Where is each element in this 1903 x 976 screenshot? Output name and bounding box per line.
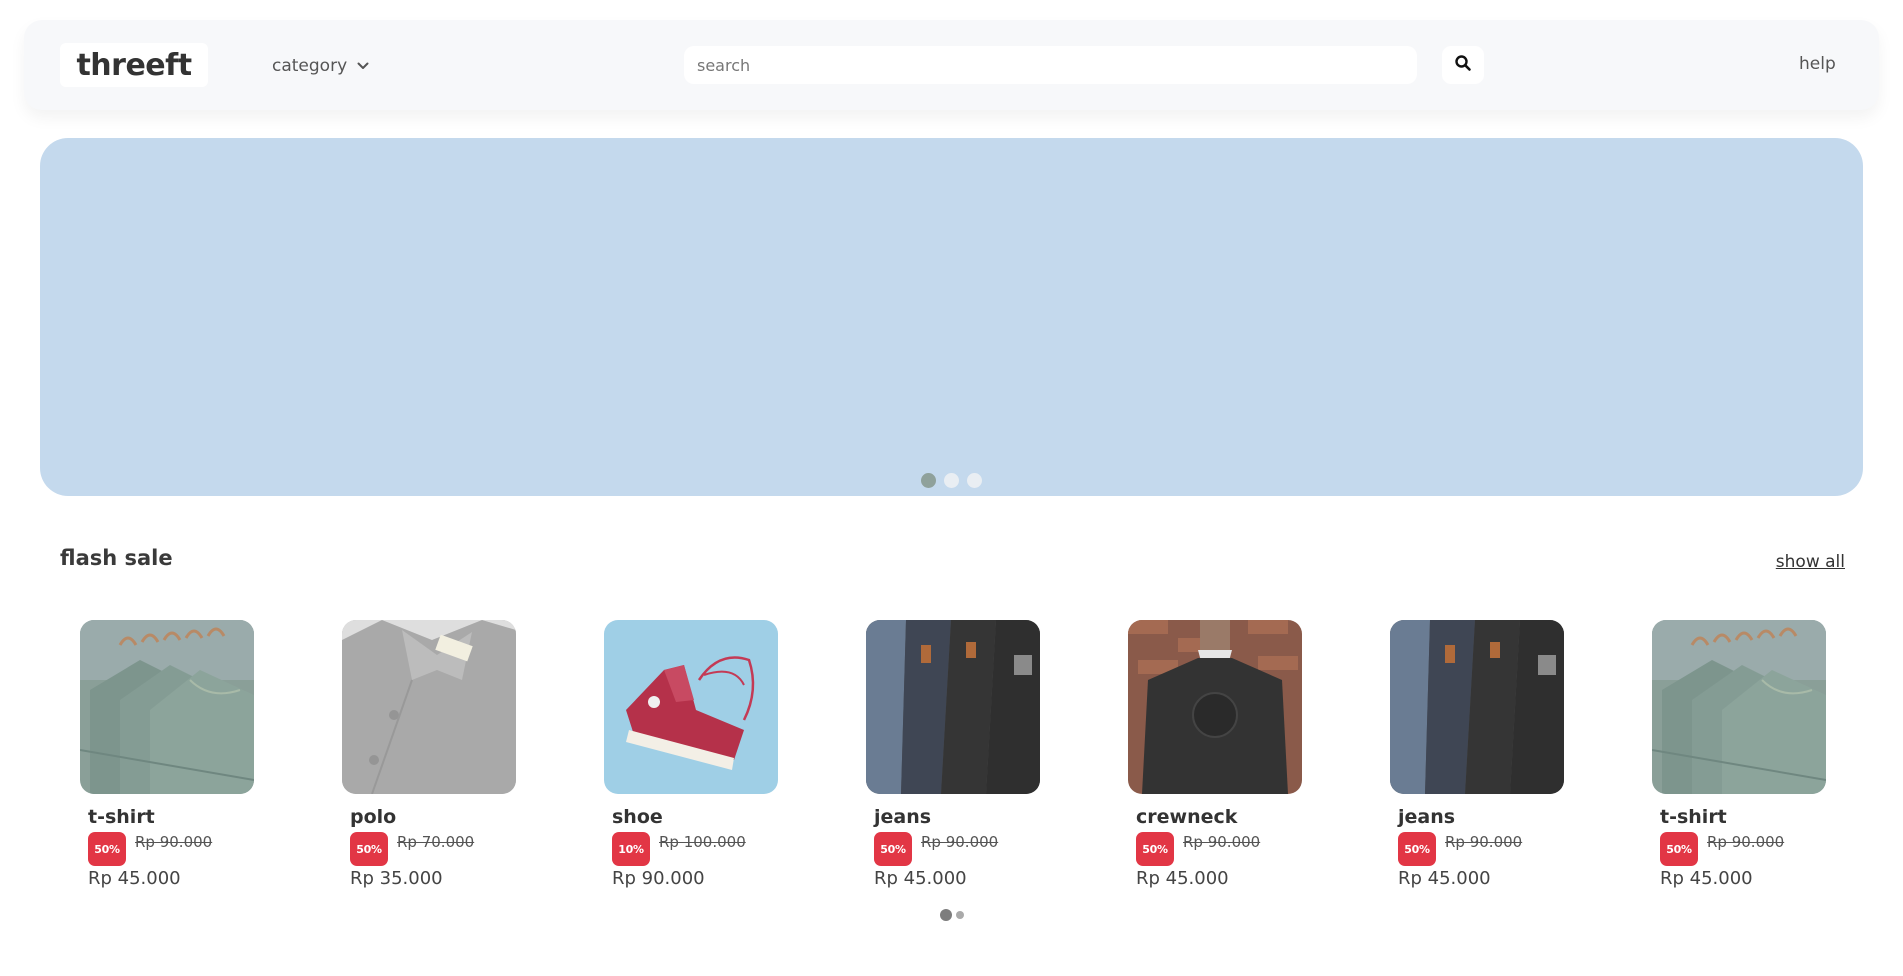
product-name: t-shirt — [88, 806, 155, 828]
top-navbar: threeft category help — [24, 20, 1879, 110]
product-image-polo — [342, 620, 516, 794]
sale-price: Rp 45.000 — [1136, 868, 1229, 889]
product-carousel-pagination — [0, 909, 1903, 921]
product-page-dot-2[interactable] — [955, 911, 964, 919]
price-row: 50% Rp 90.000 — [874, 832, 1066, 866]
original-price: Rp 90.000 — [1183, 833, 1261, 851]
product-image-jeans — [866, 620, 1040, 794]
sale-price: Rp 45.000 — [1660, 868, 1753, 889]
original-price: Rp 70.000 — [397, 833, 475, 851]
show-all-link[interactable]: show all — [1776, 552, 1845, 572]
search-button[interactable] — [1442, 46, 1484, 84]
product-card[interactable]: shoe 10% Rp 100.000 Rp 90.000 — [604, 620, 804, 889]
sale-price: Rp 35.000 — [350, 868, 443, 889]
product-name: shoe — [612, 806, 663, 828]
product-name: polo — [350, 806, 397, 828]
price-row: 50% Rp 90.000 — [88, 832, 280, 866]
original-price: Rp 90.000 — [1445, 833, 1523, 851]
sale-price: Rp 45.000 — [1398, 868, 1491, 889]
product-name: jeans — [874, 806, 932, 828]
sale-price: Rp 90.000 — [612, 868, 705, 889]
product-card[interactable]: jeans 50% Rp 90.000 Rp 45.000 — [1390, 620, 1590, 889]
product-image-crewneck — [1128, 620, 1302, 794]
product-card[interactable]: crewneck 50% Rp 90.000 Rp 45.000 — [1128, 620, 1328, 889]
banner-dot-3[interactable] — [967, 473, 982, 488]
price-row: 50% Rp 90.000 — [1398, 832, 1590, 866]
flash-sale-title: flash sale — [60, 546, 173, 570]
original-price: Rp 90.000 — [921, 833, 999, 851]
product-card[interactable]: jeans 50% Rp 90.000 Rp 45.000 — [866, 620, 1066, 889]
product-name: jeans — [1398, 806, 1456, 828]
category-dropdown[interactable]: category — [272, 54, 369, 78]
product-name: t-shirt — [1660, 806, 1727, 828]
product-image-jeans — [1390, 620, 1564, 794]
banner-dot-2[interactable] — [944, 473, 959, 488]
product-image-tshirt — [80, 620, 254, 794]
discount-badge: 50% — [350, 832, 388, 866]
discount-badge: 50% — [874, 832, 912, 866]
chevron-down-icon — [357, 62, 369, 70]
brand-logo[interactable]: threeft — [60, 43, 208, 87]
category-label: category — [272, 56, 348, 76]
product-page-dot-1[interactable] — [939, 909, 952, 921]
product-name: crewneck — [1136, 806, 1238, 828]
product-image-tshirt — [1652, 620, 1826, 794]
banner-dot-1[interactable] — [921, 473, 936, 488]
sale-price: Rp 45.000 — [88, 868, 181, 889]
search-icon — [1454, 54, 1472, 76]
discount-badge: 50% — [88, 832, 126, 866]
sale-price: Rp 45.000 — [874, 868, 967, 889]
original-price: Rp 90.000 — [1707, 833, 1785, 851]
price-row: 50% Rp 90.000 — [1136, 832, 1328, 866]
discount-badge: 50% — [1660, 832, 1698, 866]
discount-badge: 50% — [1136, 832, 1174, 866]
help-link[interactable]: help — [1799, 54, 1836, 74]
hero-banner-carousel[interactable] — [40, 138, 1863, 496]
product-card[interactable]: polo 50% Rp 70.000 Rp 35.000 — [342, 620, 542, 889]
product-card[interactable]: t-shirt 50% Rp 90.000 Rp 45.000 — [1652, 620, 1852, 889]
original-price: Rp 90.000 — [135, 833, 213, 851]
product-card[interactable]: t-shirt 50% Rp 90.000 Rp 45.000 — [80, 620, 280, 889]
product-image-shoe — [604, 620, 778, 794]
original-price: Rp 100.000 — [659, 833, 746, 851]
flash-sale-products: t-shirt 50% Rp 90.000 Rp 45.000 polo 50%… — [0, 620, 1903, 900]
banner-pagination — [40, 473, 1863, 488]
price-row: 10% Rp 100.000 — [612, 832, 804, 866]
price-row: 50% Rp 70.000 — [350, 832, 542, 866]
price-row: 50% Rp 90.000 — [1660, 832, 1852, 866]
search-input[interactable] — [684, 46, 1417, 84]
discount-badge: 50% — [1398, 832, 1436, 866]
discount-badge: 10% — [612, 832, 650, 866]
